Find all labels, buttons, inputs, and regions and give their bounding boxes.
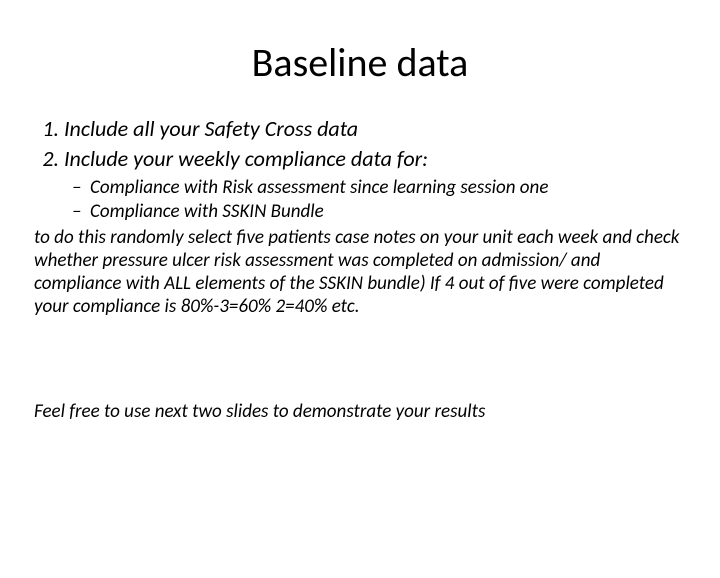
- list-item: Include your weekly compliance data for:: [64, 145, 686, 173]
- sub-list: Compliance with Risk assessment since le…: [34, 176, 686, 224]
- list-item: Compliance with Risk assessment since le…: [90, 176, 686, 200]
- body-paragraph: to do this randomly select five patients…: [34, 226, 686, 319]
- closing-paragraph: Feel free to use next two slides to demo…: [34, 400, 686, 423]
- list-item: Include all your Safety Cross data: [64, 115, 686, 143]
- list-item: Compliance with SSKIN Bundle: [90, 200, 686, 224]
- numbered-list: Include all your Safety Cross data Inclu…: [34, 115, 686, 172]
- slide-content: Include all your Safety Cross data Inclu…: [0, 115, 720, 423]
- slide-title: Baseline data: [0, 38, 720, 87]
- slide: Baseline data Include all your Safety Cr…: [0, 38, 720, 578]
